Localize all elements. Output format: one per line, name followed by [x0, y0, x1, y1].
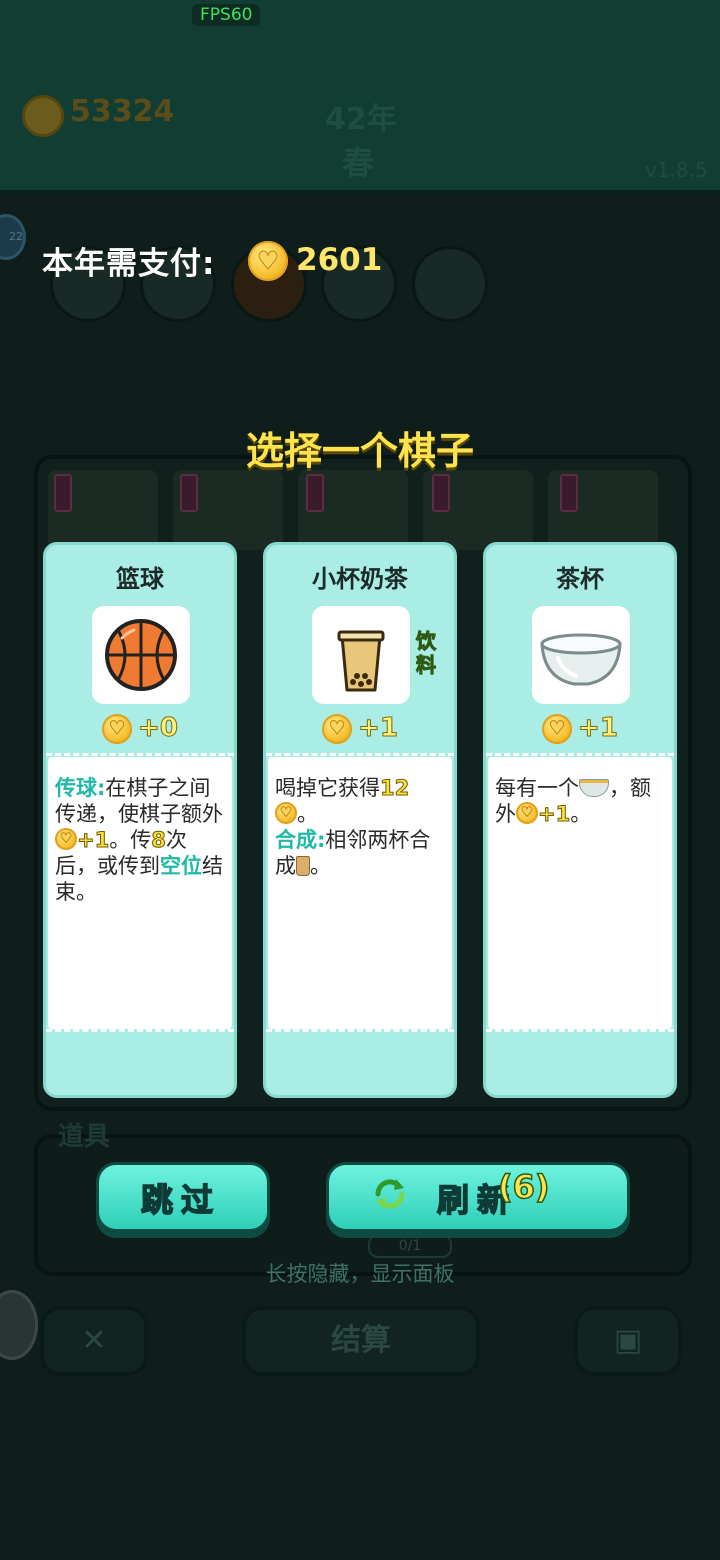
- category-tag: 饮料: [416, 629, 437, 678]
- divider: [266, 1029, 454, 1032]
- basketball-icon: [92, 606, 190, 704]
- coin-icon: [516, 802, 538, 824]
- card-price: +1: [266, 713, 454, 744]
- close-icon: ✕: [81, 1323, 107, 1358]
- refresh-icon: [375, 1179, 405, 1209]
- divider: [486, 753, 674, 756]
- version-label: v1.8.5: [645, 158, 708, 182]
- milk-tea-icon: [296, 856, 310, 876]
- cell-tag: [54, 474, 72, 512]
- briefcase-button[interactable]: ▣: [574, 1306, 682, 1376]
- card-description: 每有一个，额外+1。: [495, 775, 666, 827]
- long-press-hint: 长按隐藏，显示面板: [265, 1262, 455, 1286]
- season-display: 春: [342, 144, 375, 182]
- cell-tag: [560, 474, 578, 512]
- divider: [266, 753, 454, 756]
- settle-button[interactable]: 结算: [242, 1306, 480, 1376]
- divider: [46, 1029, 234, 1032]
- card-title: 茶杯: [556, 565, 604, 593]
- teacup-icon: [579, 779, 609, 797]
- piggy-bank-slot[interactable]: [412, 246, 488, 322]
- coin-icon: [248, 241, 288, 281]
- year-display: 42年: [325, 102, 397, 137]
- coin-icon: [55, 828, 77, 850]
- card-description: 喝掉它获得12。合成:相邻两杯合成。: [275, 775, 446, 879]
- fps-counter: FPS60: [192, 4, 261, 26]
- card-price: +0: [46, 713, 234, 744]
- coin-icon: [275, 802, 297, 824]
- money-display: 53324: [70, 94, 175, 129]
- choice-card-milk-tea[interactable]: 小杯奶茶 饮料 +1 喝掉它获得12。合成:相邻两杯合成。: [263, 542, 457, 1098]
- remove-button[interactable]: ✕: [40, 1306, 148, 1376]
- card-title: 篮球: [116, 565, 164, 593]
- card-title: 小杯奶茶: [312, 565, 408, 593]
- teacup-icon: [532, 606, 630, 704]
- briefcase-icon: ▣: [613, 1323, 643, 1358]
- coin-icon: [322, 713, 353, 744]
- cell-tag: [306, 474, 324, 512]
- tool-counter: 0/1: [368, 1234, 452, 1258]
- card-description: 传球:在棋子之间传递，使棋子额外+1。传8次后，或传到空位结束。: [55, 775, 226, 905]
- coin-icon: [22, 95, 64, 137]
- cell-tag: [180, 474, 198, 512]
- choice-card-teacup[interactable]: 茶杯 +1 每有一个，额外+1。: [483, 542, 677, 1098]
- choose-title: 选择一个棋子: [245, 429, 474, 473]
- coin-icon: [542, 713, 573, 744]
- payment-label: 本年需支付:: [42, 246, 216, 282]
- divider: [46, 753, 234, 756]
- card-price: +1: [486, 713, 674, 744]
- refresh-count: (6): [497, 1167, 550, 1207]
- divider: [486, 1029, 674, 1032]
- milk-tea-icon: [312, 606, 410, 704]
- choice-card-basketball[interactable]: 篮球 +0 传球:在棋子之间传递，使棋子额外+1。传8次后，或传到空位结束。: [43, 542, 237, 1098]
- skip-button[interactable]: 跳过: [96, 1162, 270, 1232]
- payment-amount: 2601: [296, 242, 383, 278]
- coin-icon: [102, 713, 133, 744]
- tools-label: 道具: [58, 1122, 111, 1152]
- cell-tag: [432, 474, 450, 512]
